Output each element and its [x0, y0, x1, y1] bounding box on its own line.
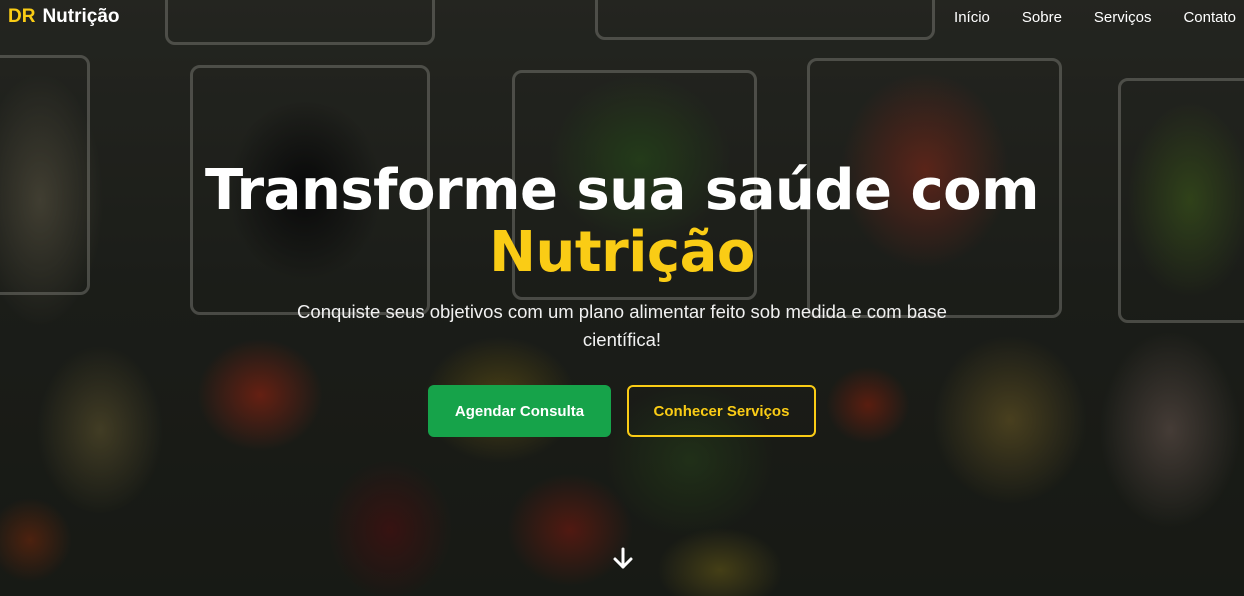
- hero-subtitle: Conquiste seus objetivos com um plano al…: [297, 301, 947, 350]
- nav-link-sobre[interactable]: Sobre: [1022, 9, 1062, 26]
- view-services-button[interactable]: Conhecer Serviços: [627, 385, 816, 437]
- logo[interactable]: DR Nutrição: [8, 6, 120, 28]
- hero-title: Transforme sua saúde com Nutrição: [0, 160, 1244, 284]
- hero-title-line: Transforme sua saúde com: [205, 158, 1040, 223]
- logo-mark: DR: [8, 6, 36, 27]
- nav-link-inicio[interactable]: Início: [954, 9, 990, 26]
- hero-title-accent: Nutrição: [489, 220, 755, 285]
- nav-links: Início Sobre Serviços Contato: [954, 9, 1236, 26]
- navbar: DR Nutrição Início Sobre Serviços Contat…: [0, 0, 1244, 34]
- hero-buttons: Agendar Consulta Conhecer Serviços: [0, 385, 1244, 437]
- nav-link-contato[interactable]: Contato: [1183, 9, 1236, 26]
- schedule-consultation-button[interactable]: Agendar Consulta: [428, 385, 611, 437]
- arrow-down-icon[interactable]: [611, 546, 635, 572]
- hero-section: Transforme sua saúde com Nutrição Conqui…: [0, 160, 1244, 437]
- logo-text: Nutrição: [42, 6, 120, 27]
- nav-link-servicos[interactable]: Serviços: [1094, 9, 1152, 26]
